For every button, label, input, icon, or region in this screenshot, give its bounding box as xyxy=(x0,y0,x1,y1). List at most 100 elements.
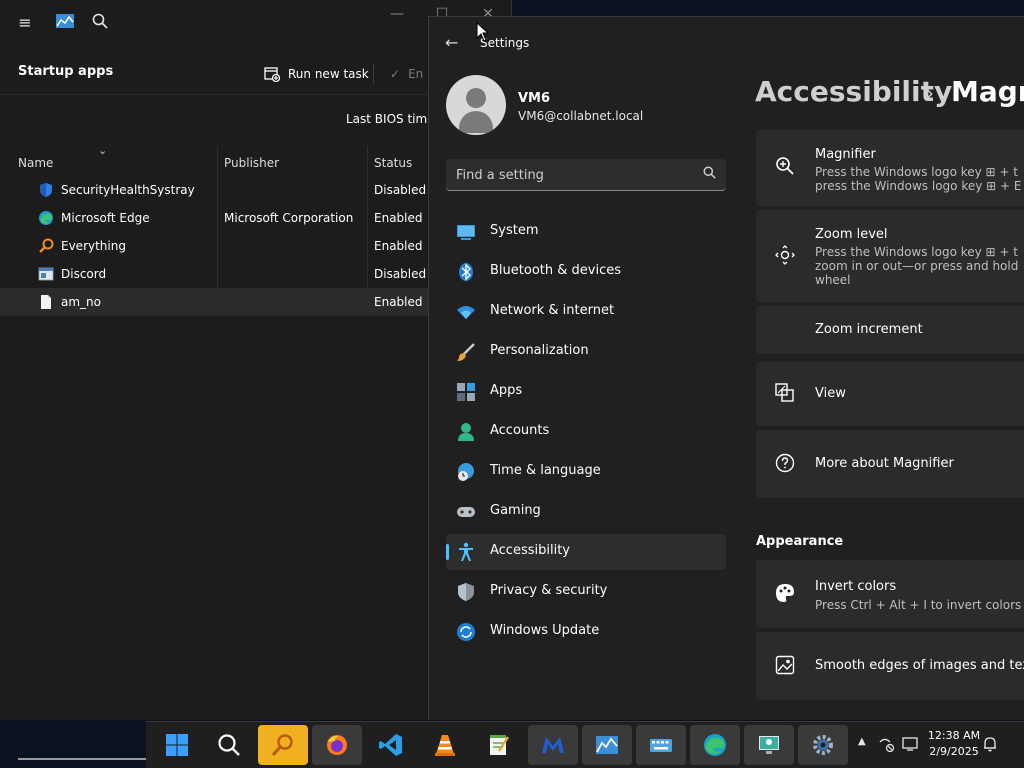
nav-item-label: Accounts xyxy=(490,423,550,438)
tray-chevron-icon[interactable]: ▲ xyxy=(858,736,866,747)
card-description: wheel xyxy=(815,273,851,287)
card-description: Press the Windows logo key ⊞ + t xyxy=(815,245,1018,259)
taskbar-vlc-button[interactable] xyxy=(420,725,470,765)
taskbar-remote-button[interactable] xyxy=(744,725,794,765)
clock-date: 2/9/2025 xyxy=(929,745,979,758)
taskbar-edge-button[interactable] xyxy=(690,725,740,765)
selection-indicator xyxy=(446,544,449,560)
smooth-edges-card[interactable]: Smooth edges of images and text xyxy=(756,632,1024,700)
nav-item-bluetooth[interactable]: Bluetooth & devices xyxy=(446,254,726,290)
row-status: Enabled xyxy=(374,295,423,309)
magnifier-icon xyxy=(271,734,293,756)
column-header-status[interactable]: Status xyxy=(374,146,412,176)
window-edge-line xyxy=(18,758,148,760)
notepad-icon xyxy=(490,735,510,755)
display-icon[interactable] xyxy=(902,736,918,756)
remote-desktop-icon xyxy=(759,736,779,754)
row-status: Disabled xyxy=(374,267,427,281)
minimize-button[interactable]: — xyxy=(375,4,419,24)
end-task-button[interactable]: ✓ En xyxy=(390,64,423,84)
row-status: Enabled xyxy=(374,211,423,225)
search-box[interactable] xyxy=(446,159,726,191)
help-icon xyxy=(774,453,796,475)
view-layers-icon xyxy=(774,383,796,405)
nav-item-label: Gaming xyxy=(490,503,541,518)
column-header-name[interactable]: Name xyxy=(18,146,53,176)
card-title: Invert colors xyxy=(815,579,897,594)
nav-item-system[interactable]: System xyxy=(446,214,726,250)
back-arrow-icon[interactable]: ← xyxy=(445,33,458,52)
invert-colors-card[interactable]: Invert colors Press Ctrl + Alt + I to in… xyxy=(756,560,1024,628)
search-icon[interactable] xyxy=(90,13,110,33)
run-task-icon xyxy=(264,67,280,82)
taskbar-vscode-button[interactable] xyxy=(366,725,416,765)
magnifier-card[interactable]: Magnifier Press the Windows logo key ⊞ +… xyxy=(756,130,1024,206)
task-manager-icon xyxy=(596,736,618,754)
avatar[interactable] xyxy=(446,75,506,135)
taskbar-task-manager-button[interactable] xyxy=(582,725,632,765)
nav-item-privacy-security[interactable]: Privacy & security xyxy=(446,574,726,610)
nav-item-accessibility[interactable]: Accessibility xyxy=(446,534,726,570)
section-heading-appearance: Appearance xyxy=(756,534,844,549)
nav-item-accounts[interactable]: Accounts xyxy=(446,414,726,450)
clock-globe-icon xyxy=(456,462,476,482)
zoom-in-icon xyxy=(774,156,796,178)
edge-icon xyxy=(704,734,726,756)
nav-item-label: Bluetooth & devices xyxy=(490,263,621,278)
search-input[interactable] xyxy=(456,166,696,184)
column-header-publisher[interactable]: Publisher xyxy=(224,146,279,176)
taskbar-keyboard-button[interactable] xyxy=(636,725,686,765)
zoom-level-card[interactable]: Zoom level Press the Windows logo key ⊞ … xyxy=(756,210,1024,302)
divider xyxy=(373,64,374,84)
nav-item-apps[interactable]: Apps xyxy=(446,374,726,410)
nav-item-windows-update[interactable]: Windows Update xyxy=(446,614,726,650)
taskbar-settings-button[interactable] xyxy=(798,725,848,765)
vscode-icon xyxy=(379,734,402,756)
taskbar-firefox-button[interactable] xyxy=(312,725,362,765)
nav-item-label: Privacy & security xyxy=(490,583,608,598)
nav-item-time-language[interactable]: Time & language xyxy=(446,454,726,490)
more-about-card[interactable]: More about Magnifier xyxy=(756,430,1024,498)
brush-icon xyxy=(456,342,476,362)
notification-bell-icon[interactable] xyxy=(982,736,998,756)
network-disconnected-icon[interactable] xyxy=(878,736,895,756)
search-icon[interactable] xyxy=(703,166,716,183)
sort-down-icon[interactable]: ⌄ xyxy=(98,144,107,157)
run-new-task-button[interactable]: Run new task xyxy=(264,64,369,84)
card-title: Magnifier xyxy=(815,147,876,162)
user-email: VM6@collabnet.local xyxy=(518,109,644,123)
apps-icon xyxy=(456,382,476,402)
nav-item-label: Windows Update xyxy=(490,623,600,638)
taskbar-search-button[interactable] xyxy=(204,725,254,765)
breadcrumb-current: Magn xyxy=(951,75,1024,108)
gamepad-icon xyxy=(456,502,476,522)
taskbar-notepad-button[interactable] xyxy=(474,725,524,765)
nav-item-network[interactable]: Network & internet xyxy=(446,294,726,330)
last-bios-time-label: Last BIOS time: xyxy=(346,112,439,126)
view-card[interactable]: View xyxy=(756,362,1024,426)
update-icon xyxy=(456,622,476,642)
card-description: Press the Windows logo key ⊞ + t xyxy=(815,165,1018,179)
nav-item-label: Personalization xyxy=(490,343,589,358)
row-name: am_no xyxy=(61,295,101,309)
gear-icon xyxy=(813,735,833,755)
shield-icon xyxy=(38,182,54,198)
taskbar-everything-button[interactable] xyxy=(258,725,308,765)
zoom-increment-card[interactable]: Zoom increment xyxy=(756,306,1024,354)
card-description: Press Ctrl + Alt + I to invert colors xyxy=(815,598,1022,612)
task-manager-logo-icon xyxy=(55,13,75,33)
clock[interactable]: 12:38 AM 2/9/2025 xyxy=(926,728,982,760)
nav-item-personalization[interactable]: Personalization xyxy=(446,334,726,370)
nav-item-label: Apps xyxy=(490,383,523,398)
start-button[interactable] xyxy=(152,725,202,765)
vlc-cone-icon xyxy=(435,735,455,756)
breadcrumb-parent[interactable]: Accessibility xyxy=(755,75,952,108)
nav-item-gaming[interactable]: Gaming xyxy=(446,494,726,530)
taskbar: ▲ 12:38 AM 2/9/2025 xyxy=(146,721,1024,768)
nav-item-label: System xyxy=(490,223,539,238)
row-publisher: Microsoft Corporation xyxy=(224,211,354,225)
card-title: Zoom increment xyxy=(815,322,923,337)
person-icon xyxy=(456,422,476,442)
taskbar-app-button[interactable] xyxy=(528,725,578,765)
hamburger-menu-icon[interactable]: ≡ xyxy=(15,13,35,33)
